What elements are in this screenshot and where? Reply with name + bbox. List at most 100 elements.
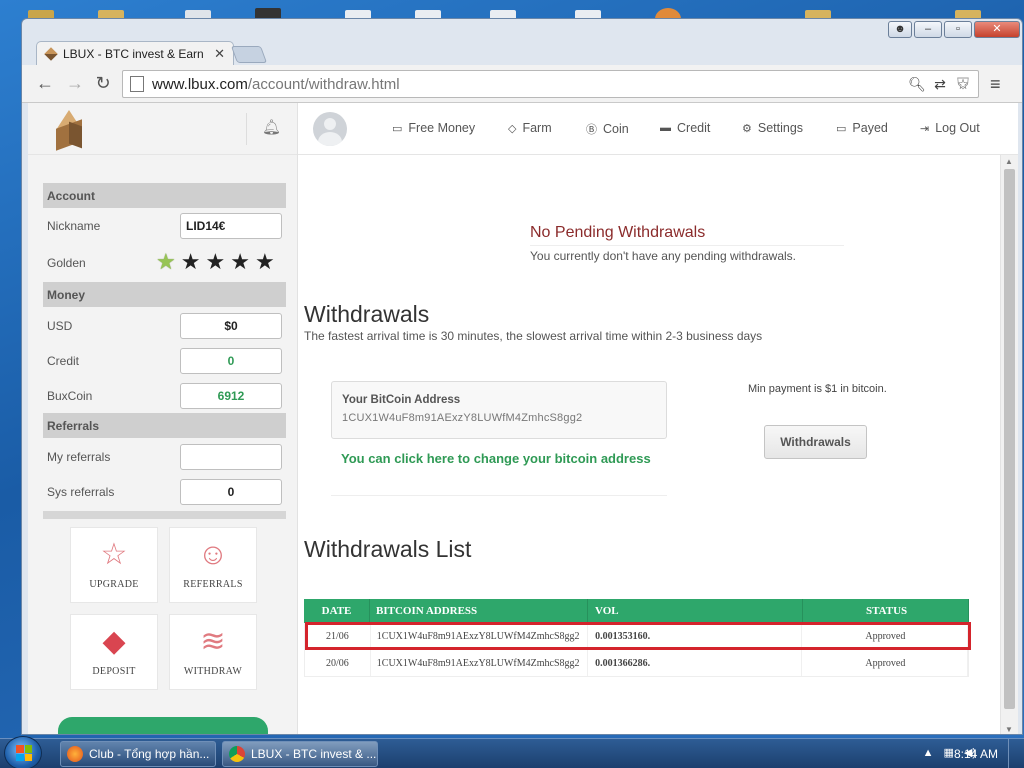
taskbar-item-chrome[interactable]: LBUX - BTC invest & ... xyxy=(222,741,378,767)
maximize-button[interactable]: ▫ xyxy=(944,21,972,38)
window-controls: ☻ – ▫ ✕ xyxy=(888,21,1020,38)
cell-address: 1CUX1W4uF8m91AExzY8LUWfM4ZmhcS8gg2 xyxy=(371,650,589,676)
show-desktop-button[interactable] xyxy=(1008,739,1024,768)
notification-bell-icon[interactable]: 🔔︎ xyxy=(262,118,281,136)
top-navigation: ▭ Free Money ◇ Farm Ⓑ Coin ▬ Credit ⚙ Setting… xyxy=(298,103,1018,155)
account-header: Account xyxy=(43,183,286,208)
star-icon: ★ xyxy=(254,249,275,274)
firefox-icon xyxy=(67,746,83,762)
translate-icon[interactable]: ⇄ xyxy=(931,75,949,93)
star-filled-icon: ★ xyxy=(156,249,176,274)
tag-icon: ◆ xyxy=(102,625,126,658)
farm-icon: ◇ xyxy=(508,122,517,135)
taskbar-item-firefox[interactable]: Club - Tổng hợp hần... xyxy=(60,741,216,767)
web-page: 🔔︎ Account Nickname LID14€ Golden ★ ★ ★ … xyxy=(28,103,1018,734)
tab-close-icon[interactable]: ✕ xyxy=(214,46,225,62)
nav-coin[interactable]: Ⓑ Coin xyxy=(586,121,629,137)
sidebar-green-button[interactable] xyxy=(58,717,268,734)
sidebar: 🔔︎ Account Nickname LID14€ Golden ★ ★ ★ … xyxy=(28,103,298,734)
clock[interactable]: 8:14 AM xyxy=(954,747,998,761)
usd-field[interactable]: $0 xyxy=(180,313,282,339)
scroll-thumb[interactable] xyxy=(1004,169,1015,709)
logo-area: 🔔︎ xyxy=(28,103,297,155)
credit-field[interactable]: 0 xyxy=(180,348,282,374)
nav-settings[interactable]: ⚙ Settings xyxy=(742,121,803,135)
change-address-link[interactable]: You can click here to change your bitcoi… xyxy=(341,451,651,466)
payed-icon: ▭ xyxy=(836,122,847,135)
withdraw-tile[interactable]: ≋ WITHDRAW xyxy=(169,614,257,690)
tab-lbux[interactable]: LBUX - BTC invest & Earn ✕ xyxy=(36,41,234,65)
usd-label: USD xyxy=(47,319,73,333)
my-referrals-field[interactable] xyxy=(180,444,282,470)
new-tab-button[interactable] xyxy=(230,46,268,63)
address-bar[interactable]: www.lbux.com/account/withdraw.html 🔍︎ ⇄ … xyxy=(122,70,979,98)
browser-window: LBUX - BTC invest & Earn ✕ ☻ – ▫ ✕ ← → ↻… xyxy=(21,18,1023,735)
tile-label: WITHDRAW xyxy=(183,666,243,677)
nav-payed[interactable]: ▭ Payed xyxy=(836,121,888,135)
pending-subtitle: You currently don't have any pending wit… xyxy=(530,249,797,263)
min-payment-note: Min payment is $1 in bitcoin. xyxy=(748,383,887,395)
credit-card-icon: ▬ xyxy=(660,122,671,134)
sys-referrals-field[interactable]: 0 xyxy=(180,479,282,505)
nav-log-out[interactable]: ⇥ Log Out xyxy=(920,121,980,135)
upgrade-tile[interactable]: ☆ UPGRADE xyxy=(70,527,158,603)
golden-label: Golden xyxy=(47,256,86,270)
money-header: Money xyxy=(43,282,286,307)
sys-referrals-label: Sys referrals xyxy=(47,485,115,499)
extension-shield-icon[interactable]: ⛉ xyxy=(957,76,969,94)
network-icon[interactable]: ▦ xyxy=(943,746,953,759)
tab-title: LBUX - BTC invest & Earn xyxy=(63,46,204,61)
close-window-button[interactable]: ✕ xyxy=(974,21,1020,38)
table-row: 20/06 1CUX1W4uF8m91AExzY8LUWfM4ZmhcS8gg2… xyxy=(304,650,969,677)
withdrawals-heading: Withdrawals xyxy=(304,301,430,327)
reload-icon[interactable]: ↻ xyxy=(92,74,114,92)
minimize-button[interactable]: – xyxy=(914,21,942,38)
nav-farm[interactable]: ◇ Farm xyxy=(508,121,552,135)
golden-rating: ★ ★ ★ ★ ★ xyxy=(156,251,275,273)
scroll-down-icon[interactable]: ▼ xyxy=(1005,725,1013,734)
col-date: DATE xyxy=(304,599,370,623)
users-group-icon: ☺ xyxy=(197,538,229,571)
nav-free-money[interactable]: ▭ Free Money xyxy=(392,121,475,135)
avatar[interactable] xyxy=(313,112,347,146)
nickname-field[interactable]: LID14€ xyxy=(180,213,282,239)
start-button[interactable] xyxy=(4,736,42,768)
cell-date: 20/06 xyxy=(305,650,371,676)
tile-label: DEPOSIT xyxy=(92,666,136,677)
tray-expand-icon[interactable]: ▲ xyxy=(923,747,934,759)
wind-icon: ≋ xyxy=(200,625,226,658)
tab-bar: LBUX - BTC invest & Earn ✕ ☻ – ▫ ✕ xyxy=(22,19,1022,65)
zoom-icon[interactable]: 🔍︎ xyxy=(908,75,926,93)
star-outline-icon: ☆ xyxy=(100,538,128,571)
sidebar-divider xyxy=(43,511,286,519)
browser-menu-icon[interactable]: ≡ xyxy=(990,74,1001,95)
col-status: STATUS xyxy=(803,599,969,623)
forward-arrow-icon[interactable]: → xyxy=(64,74,86,92)
deposit-tile[interactable]: ◆ DEPOSIT xyxy=(70,614,158,690)
lbux-logo[interactable] xyxy=(50,110,88,151)
gear-icon: ⚙ xyxy=(742,122,752,135)
credit-label: Credit xyxy=(47,354,80,368)
tile-label: UPGRADE xyxy=(89,579,139,590)
referrals-tile[interactable]: ☺ REFERRALS xyxy=(169,527,257,603)
buxcoin-field[interactable]: 6912 xyxy=(180,383,282,409)
bitcoin-icon: Ⓑ xyxy=(586,124,597,136)
withdrawals-button[interactable]: Withdrawals xyxy=(764,425,867,459)
star-icon: ★ xyxy=(230,249,250,274)
star-icon: ★ xyxy=(180,249,201,274)
highlight-box xyxy=(305,622,971,650)
chrome-icon xyxy=(229,746,245,762)
page-scrollbar[interactable]: ▲ ▼ xyxy=(1000,155,1018,734)
user-profile-icon[interactable]: ☻ xyxy=(888,21,912,38)
money-icon: ▭ xyxy=(392,122,403,135)
nav-credit[interactable]: ▬ Credit xyxy=(660,121,710,135)
back-arrow-icon[interactable]: ← xyxy=(34,74,56,92)
col-vol: VOL xyxy=(588,599,803,623)
pending-title: No Pending Withdrawals xyxy=(530,224,706,241)
page-icon xyxy=(130,76,144,92)
lbux-favicon-icon xyxy=(44,46,58,61)
scroll-up-icon[interactable]: ▲ xyxy=(1005,157,1013,166)
address-value: 1CUX1W4uF8m91AExzY8LUWfM4ZmhcS8gg2 xyxy=(342,412,583,424)
windows-logo-icon xyxy=(16,745,32,761)
my-referrals-label: My referrals xyxy=(47,450,111,464)
